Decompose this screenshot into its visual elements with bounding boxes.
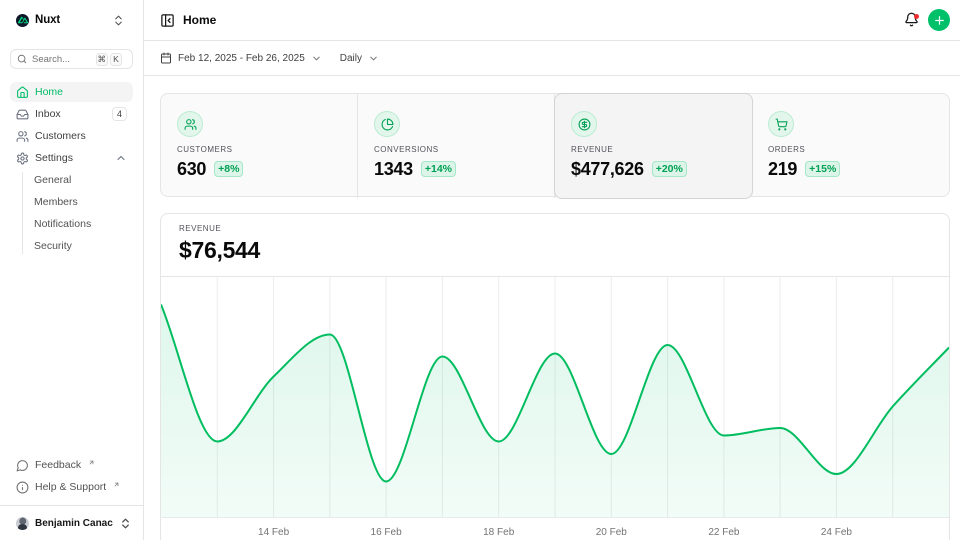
svg-text:22 Feb: 22 Feb xyxy=(708,527,740,538)
svg-text:18 Feb: 18 Feb xyxy=(483,527,515,538)
svg-text:14 Feb: 14 Feb xyxy=(258,527,290,538)
svg-text:24 Feb: 24 Feb xyxy=(821,527,853,538)
svg-text:16 Feb: 16 Feb xyxy=(371,527,403,538)
svg-text:20 Feb: 20 Feb xyxy=(596,527,628,538)
